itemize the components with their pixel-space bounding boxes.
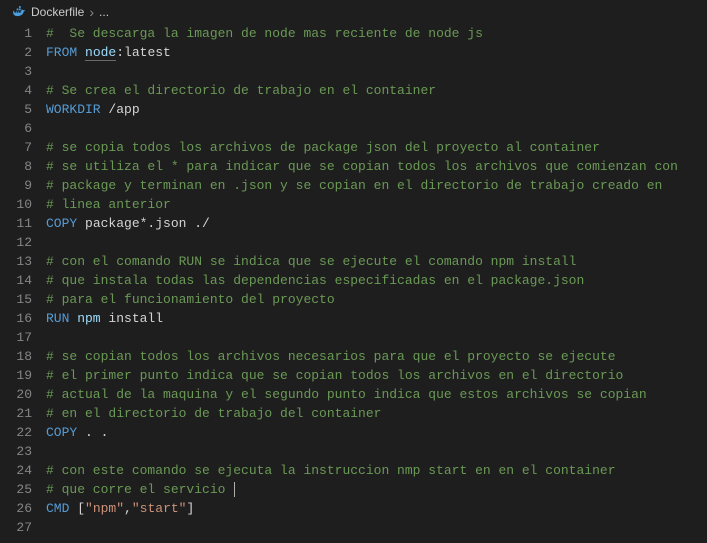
code-token: WORKDIR [46,102,101,117]
line-number: 10 [0,195,32,214]
code-token: . . [77,425,108,440]
code-line[interactable]: # con este comando se ejecuta la instruc… [46,461,707,480]
line-number: 15 [0,290,32,309]
line-number: 20 [0,385,32,404]
code-token: ] [186,501,194,516]
line-number: 18 [0,347,32,366]
code-line[interactable]: # se utiliza el * para indicar que se co… [46,157,707,176]
code-token: "start" [132,501,187,516]
docker-icon [12,5,26,19]
line-number: 24 [0,461,32,480]
code-token: :latest [116,45,171,60]
code-token: # se copia todos los archivos de package… [46,140,600,155]
line-number: 17 [0,328,32,347]
line-number: 23 [0,442,32,461]
code-token: npm [69,311,100,326]
code-token: # Se descarga la imagen de node mas reci… [46,26,483,41]
code-token: # que corre el servicio [46,482,233,497]
code-token: package*.json ./ [77,216,210,231]
code-token: # se utiliza el * para indicar que se co… [46,159,678,174]
line-number-gutter: 1234567891011121314151617181920212223242… [0,24,46,537]
code-line[interactable]: # que instala todas las dependencias esp… [46,271,707,290]
code-line[interactable] [46,442,707,461]
line-number: 21 [0,404,32,423]
line-number: 5 [0,100,32,119]
code-token: "npm" [85,501,124,516]
code-line[interactable] [46,119,707,138]
line-number: 2 [0,43,32,62]
code-line[interactable]: # Se descarga la imagen de node mas reci… [46,24,707,43]
line-number: 26 [0,499,32,518]
code-token: # actual de la maquina y el segundo punt… [46,387,647,402]
code-token: # en el directorio de trabajo del contai… [46,406,381,421]
code-line[interactable]: # package y terminan en .json y se copia… [46,176,707,195]
breadcrumb-file[interactable]: Dockerfile [31,5,84,19]
code-line[interactable]: # el primer punto indica que se copian t… [46,366,707,385]
code-token: [ [77,501,85,516]
code-content[interactable]: # Se descarga la imagen de node mas reci… [46,24,707,537]
code-token: /app [101,102,140,117]
line-number: 16 [0,309,32,328]
code-token: CMD [46,501,69,516]
code-token: # para el funcionamiento del proyecto [46,292,335,307]
line-number: 25 [0,480,32,499]
line-number: 13 [0,252,32,271]
code-token: , [124,501,132,516]
code-token: # se copian todos los archivos necesario… [46,349,616,364]
line-number: 14 [0,271,32,290]
code-editor[interactable]: 1234567891011121314151617181920212223242… [0,24,707,537]
code-line[interactable]: # con el comando RUN se indica que se ej… [46,252,707,271]
code-line[interactable] [46,518,707,537]
code-token: # con el comando RUN se indica que se ej… [46,254,577,269]
line-number: 12 [0,233,32,252]
code-token: # con este comando se ejecuta la instruc… [46,463,616,478]
code-line[interactable]: FROM node:latest [46,43,707,62]
code-line[interactable]: # se copia todos los archivos de package… [46,138,707,157]
code-line[interactable]: # Se crea el directorio de trabajo en el… [46,81,707,100]
chevron-right-icon: › [89,4,94,20]
code-line[interactable]: WORKDIR /app [46,100,707,119]
code-line[interactable] [46,328,707,347]
code-line[interactable]: # para el funcionamiento del proyecto [46,290,707,309]
code-line[interactable] [46,233,707,252]
code-token: # linea anterior [46,197,171,212]
line-number: 11 [0,214,32,233]
code-token: # que instala todas las dependencias esp… [46,273,584,288]
line-number: 9 [0,176,32,195]
code-token: install [101,311,163,326]
code-line[interactable]: RUN npm install [46,309,707,328]
code-line[interactable]: COPY package*.json ./ [46,214,707,233]
code-token: # package y terminan en .json y se copia… [46,178,662,193]
code-token: COPY [46,425,77,440]
code-line[interactable]: # que corre el servicio [46,480,707,499]
code-line[interactable]: # actual de la maquina y el segundo punt… [46,385,707,404]
line-number: 22 [0,423,32,442]
code-token: COPY [46,216,77,231]
code-token: # Se crea el directorio de trabajo en el… [46,83,436,98]
line-number: 6 [0,119,32,138]
line-number: 7 [0,138,32,157]
line-number: 19 [0,366,32,385]
line-number: 27 [0,518,32,537]
code-token [77,45,85,60]
code-token: node [85,45,116,61]
line-number: 3 [0,62,32,81]
line-number: 8 [0,157,32,176]
code-line[interactable]: CMD ["npm","start"] [46,499,707,518]
code-line[interactable]: # en el directorio de trabajo del contai… [46,404,707,423]
breadcrumb-more[interactable]: ... [99,5,109,19]
text-cursor [234,482,235,497]
code-line[interactable]: COPY . . [46,423,707,442]
code-line[interactable] [46,62,707,81]
line-number: 1 [0,24,32,43]
line-number: 4 [0,81,32,100]
code-token: RUN [46,311,69,326]
code-token: FROM [46,45,77,60]
code-line[interactable]: # se copian todos los archivos necesario… [46,347,707,366]
code-line[interactable]: # linea anterior [46,195,707,214]
breadcrumb[interactable]: Dockerfile › ... [0,0,707,24]
code-token: # el primer punto indica que se copian t… [46,368,623,383]
